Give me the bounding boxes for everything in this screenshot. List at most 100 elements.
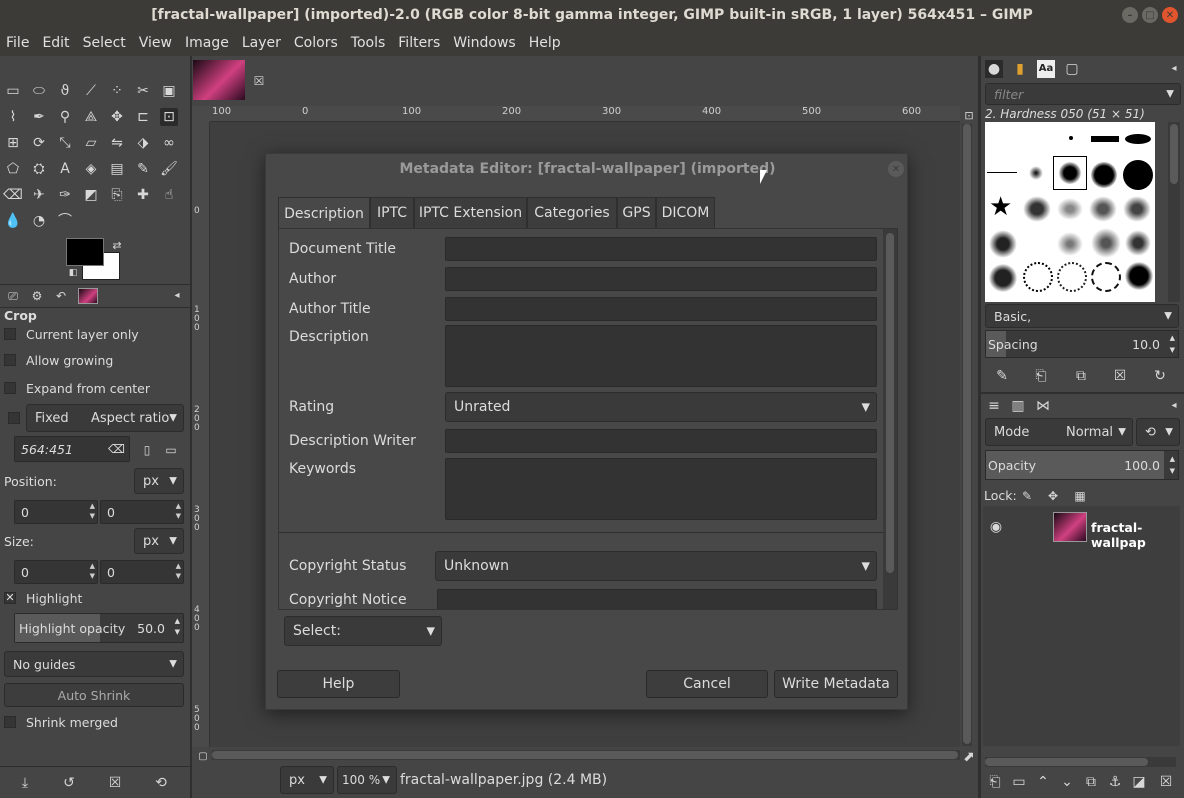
spin-arrows-icon[interactable]: ▲ ▼	[90, 561, 95, 581]
portrait-icon[interactable]: ▯	[138, 441, 156, 459]
spin-arrows-icon[interactable]: ▲ ▼	[176, 561, 181, 581]
shear-icon[interactable]: ▱	[82, 134, 100, 152]
paths-tab-icon[interactable]: ⋈	[1034, 397, 1052, 415]
tab-description[interactable]: Description	[278, 197, 370, 229]
brush-item[interactable]	[1091, 162, 1117, 188]
size-unit-combo[interactable]: px ▼	[134, 528, 184, 554]
fonts-tab-icon[interactable]: Aa	[1037, 60, 1055, 78]
device-status-tab-icon[interactable]: ⚙	[28, 287, 46, 305]
brush-item[interactable]	[1029, 166, 1043, 180]
blur-icon[interactable]: 💧	[4, 212, 22, 230]
cage-transform-icon[interactable]: ⬠	[4, 160, 22, 178]
tool-options-tab-icon[interactable]: ⎚	[4, 287, 22, 305]
zoom-icon[interactable]: ⚲	[56, 108, 74, 126]
reset-options-icon[interactable]: ⟲	[152, 774, 170, 792]
brush-item[interactable]	[1125, 134, 1151, 144]
copyright-status-combo[interactable]: Unknown ▼	[435, 551, 877, 581]
channels-tab-icon[interactable]: ▥	[1009, 397, 1027, 415]
tab-gps[interactable]: GPS	[617, 197, 656, 228]
eraser-icon[interactable]: ⌫	[3, 186, 23, 204]
layers-tab-icon[interactable]: ≡	[985, 397, 1003, 415]
auto-shrink-button[interactable]: Auto Shrink	[4, 683, 184, 707]
default-colors-icon[interactable]: ◧	[64, 264, 82, 282]
smudge-finger-icon[interactable]: ⌒	[56, 212, 74, 230]
brush-item[interactable]	[989, 264, 1017, 292]
allow-growing-row[interactable]: Allow growing	[4, 348, 186, 372]
brush-item[interactable]	[1125, 230, 1151, 256]
brush-item[interactable]	[987, 172, 1017, 173]
align-icon[interactable]: ⊏	[134, 108, 152, 126]
brush-grid-scrollbar-thumb[interactable]	[1170, 124, 1178, 184]
navigate-icon[interactable]: ⬈	[960, 748, 978, 766]
cancel-button[interactable]: Cancel	[646, 670, 768, 698]
delete-brush-icon[interactable]: ☒	[1111, 367, 1129, 385]
color-picker-icon[interactable]: ✒	[30, 108, 48, 126]
undo-history-tab-icon[interactable]: ↶	[52, 287, 70, 305]
pencil-icon[interactable]: ✎	[134, 160, 152, 178]
image-tab-thumbnail[interactable]	[193, 60, 245, 100]
menu-edit[interactable]: Edit	[42, 35, 69, 51]
spin-arrows-icon[interactable]: ▲ ▼	[1170, 453, 1175, 477]
brush-item[interactable]	[989, 230, 1017, 258]
tab-categories[interactable]: Categories	[527, 197, 617, 228]
ratio-entry[interactable]: 564:451 ⌫	[14, 436, 130, 462]
spin-arrows-icon[interactable]: ▲ ▼	[90, 501, 95, 521]
lock-position-icon[interactable]: ✥	[1044, 487, 1062, 505]
new-brush-icon[interactable]: ⎗	[1032, 367, 1050, 385]
panel-scrollbar[interactable]	[883, 229, 897, 609]
brush-grid[interactable]: ★	[985, 122, 1155, 302]
unified-transform-icon[interactable]: ⊞	[4, 134, 22, 152]
duplicate-brush-icon[interactable]: ⧉	[1072, 367, 1090, 385]
copyright-notice-field[interactable]	[437, 589, 877, 609]
raise-layer-icon[interactable]: ⌃	[1034, 773, 1052, 791]
swap-colors-icon[interactable]: ⇄	[108, 236, 126, 254]
perspective-icon[interactable]: ⬗	[134, 134, 152, 152]
menu-view[interactable]: View	[139, 35, 172, 51]
brush-item[interactable]	[1023, 262, 1053, 292]
zoom-combo[interactable]: 100 % ▼	[337, 766, 397, 794]
patterns-tab-icon[interactable]: ▮	[1011, 60, 1029, 78]
new-layer-icon[interactable]: ⎗	[986, 773, 1004, 791]
clear-icon[interactable]: ⌫	[108, 442, 125, 456]
restore-options-icon[interactable]: ↺	[60, 774, 78, 792]
move-icon[interactable]: ✥	[108, 108, 126, 126]
ink-icon[interactable]: ✑	[56, 186, 74, 204]
rotate-icon[interactable]: ⟳	[30, 134, 48, 152]
allow-growing-checkbox[interactable]	[4, 354, 16, 366]
layer-mode-reset[interactable]: ⟲ ▼	[1136, 418, 1180, 446]
free-select-icon[interactable]: ϑ	[56, 82, 74, 100]
size-h-field[interactable]: 0 ▲ ▼	[100, 560, 184, 584]
fixed-checkbox[interactable]	[8, 412, 20, 424]
position-x-field[interactable]: 0 ▲ ▼	[14, 500, 98, 524]
guides-combo[interactable]: No guides ▼	[4, 651, 184, 677]
description-writer-field[interactable]	[445, 429, 877, 453]
brushes-tab-icon[interactable]: ●	[985, 60, 1003, 78]
highlight-checkbox[interactable]: ✕	[4, 592, 16, 604]
images-tab-icon[interactable]	[78, 288, 98, 304]
layers-hscrollbar-thumb[interactable]	[985, 758, 1148, 766]
tab-iptc[interactable]: IPTC	[370, 197, 414, 228]
anchor-layer-icon[interactable]: ⚓	[1106, 773, 1124, 791]
lower-layer-icon[interactable]: ⌄	[1058, 773, 1076, 791]
brush-item[interactable]	[1091, 136, 1119, 142]
spin-arrows-icon[interactable]: ▲ ▼	[1170, 332, 1175, 356]
vertical-scrollbar[interactable]	[962, 124, 972, 746]
quick-mask-icon[interactable]: ▢	[194, 748, 212, 766]
shrink-merged-row[interactable]: Shrink merged	[4, 710, 186, 734]
layers-hscrollbar[interactable]	[985, 757, 1176, 767]
lock-pixels-icon[interactable]: ✎	[1018, 487, 1036, 505]
save-options-icon[interactable]: ⤓	[16, 774, 34, 792]
brush-item[interactable]	[1123, 196, 1151, 222]
author-field[interactable]	[445, 267, 877, 291]
edit-brush-icon[interactable]: ✎	[993, 367, 1011, 385]
maximize-icon[interactable]: □	[1142, 7, 1158, 23]
menu-select[interactable]: Select	[83, 35, 126, 51]
brush-filter-input[interactable]: filter ▼	[985, 83, 1181, 105]
ellipse-select-icon[interactable]: ⬭	[30, 82, 48, 100]
lock-alpha-icon[interactable]: ▦	[1071, 487, 1089, 505]
dodge-burn-icon[interactable]: ◔	[30, 212, 48, 230]
brush-item[interactable]	[1091, 262, 1121, 292]
select-by-color-icon[interactable]: ⁘	[108, 82, 126, 100]
size-w-field[interactable]: 0 ▲ ▼	[14, 560, 98, 584]
tab-dicom[interactable]: DICOM	[656, 197, 715, 228]
